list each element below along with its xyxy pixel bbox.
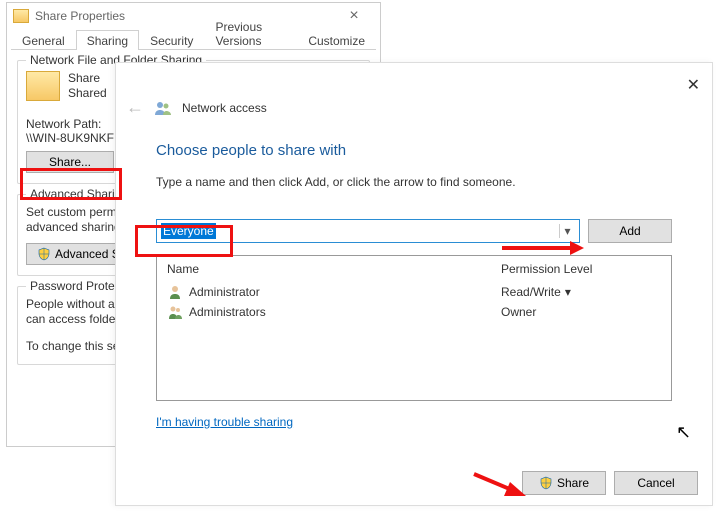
permission-table: Name Permission Level Administrator Read… — [156, 255, 672, 401]
folder-icon — [26, 71, 60, 101]
network-access-dialog: ✕ ← Network access Choose people to shar… — [115, 62, 713, 506]
row-name: Administrators — [189, 305, 266, 319]
share-confirm-button[interactable]: Share — [522, 471, 606, 495]
caret-down-icon[interactable]: ▾ — [565, 285, 571, 299]
add-button[interactable]: Add — [588, 219, 672, 243]
cursor-icon: ↖ — [676, 422, 691, 443]
folder-icon — [13, 9, 29, 23]
table-row[interactable]: Administrators Owner — [157, 302, 671, 322]
row-permission: Read/Write — [501, 285, 561, 299]
table-header: Name Permission Level — [157, 256, 671, 282]
row-name: Administrator — [189, 285, 260, 299]
people-combobox[interactable]: Everyone ▾ — [156, 219, 580, 243]
shield-icon — [539, 476, 553, 490]
tab-sharing[interactable]: Sharing — [76, 30, 139, 50]
table-row[interactable]: Administrator Read/Write ▾ — [157, 282, 671, 302]
user-icon — [167, 284, 183, 300]
close-icon[interactable]: × — [334, 7, 374, 25]
close-icon[interactable]: ✕ — [687, 75, 700, 95]
col-permission[interactable]: Permission Level — [501, 262, 661, 276]
titlebar[interactable]: Share Properties × — [7, 3, 380, 29]
shield-icon — [37, 247, 51, 261]
trouble-sharing-link[interactable]: I'm having trouble sharing — [156, 415, 293, 429]
people-combobox-value: Everyone — [161, 223, 216, 239]
share-confirm-label: Share — [557, 476, 589, 490]
share-button[interactable]: Share... — [26, 151, 114, 173]
people-icon — [154, 100, 172, 116]
tab-general[interactable]: General — [11, 30, 76, 50]
tab-previous-versions[interactable]: Previous Versions — [204, 16, 297, 50]
page-heading: Choose people to share with — [156, 142, 672, 159]
cancel-button[interactable]: Cancel — [614, 471, 698, 495]
page-subtext: Type a name and then click Add, or click… — [156, 175, 672, 189]
tabstrip: General Sharing Security Previous Versio… — [11, 29, 376, 50]
tab-customize[interactable]: Customize — [297, 30, 376, 50]
row-permission: Owner — [501, 305, 536, 319]
chevron-down-icon[interactable]: ▾ — [559, 224, 575, 238]
group-icon — [167, 304, 183, 320]
tab-security[interactable]: Security — [139, 30, 204, 50]
dialog-title: Network access — [182, 101, 267, 115]
back-icon[interactable]: ← — [126, 97, 144, 118]
col-name[interactable]: Name — [167, 262, 501, 276]
